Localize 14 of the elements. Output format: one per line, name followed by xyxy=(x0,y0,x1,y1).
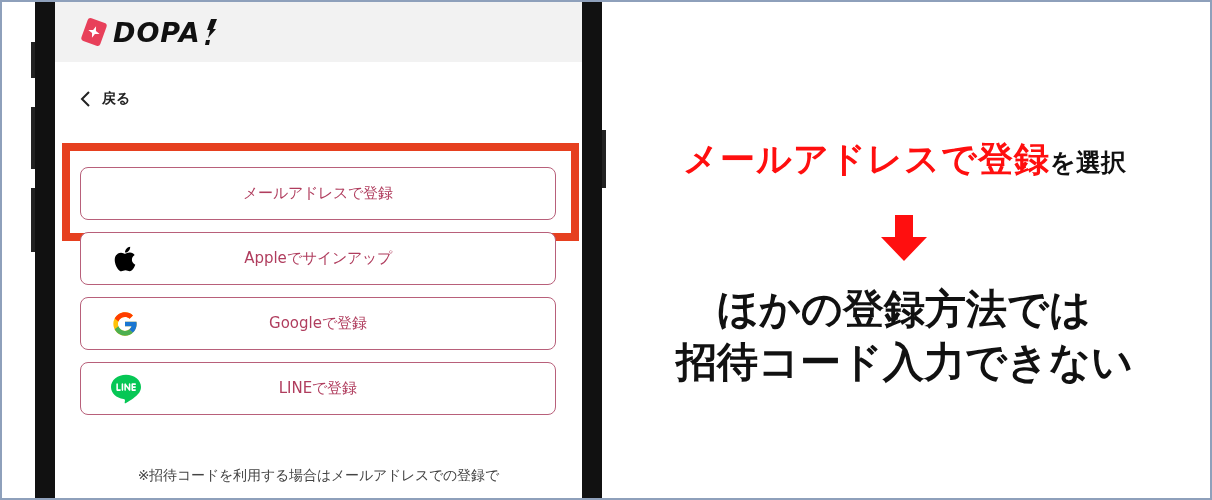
instruction-heading: メールアドレスで登録を選択 xyxy=(682,138,1126,181)
signup-button[interactable]: メールアドレスで登録 xyxy=(80,167,556,220)
signup-button[interactable]: LINEで登録 xyxy=(80,362,556,415)
signup-button[interactable]: Googleで登録 xyxy=(80,297,556,350)
down-arrow-icon xyxy=(881,215,927,261)
google-icon xyxy=(111,309,139,338)
logo-text: DOPA xyxy=(113,16,201,48)
chat-bubble-icon xyxy=(111,373,141,404)
chevron-left-icon xyxy=(80,91,92,107)
warning-text: ほかの登録方法では 招待コード入力できない xyxy=(675,284,1133,388)
back-link[interactable]: 戻る xyxy=(80,90,130,108)
invite-note: ※招待コードを利用する場合はメールアドレスでの登録で xyxy=(136,467,501,485)
signup-button[interactable]: Appleでサインアップ xyxy=(80,232,556,285)
bolt-icon xyxy=(204,19,217,45)
